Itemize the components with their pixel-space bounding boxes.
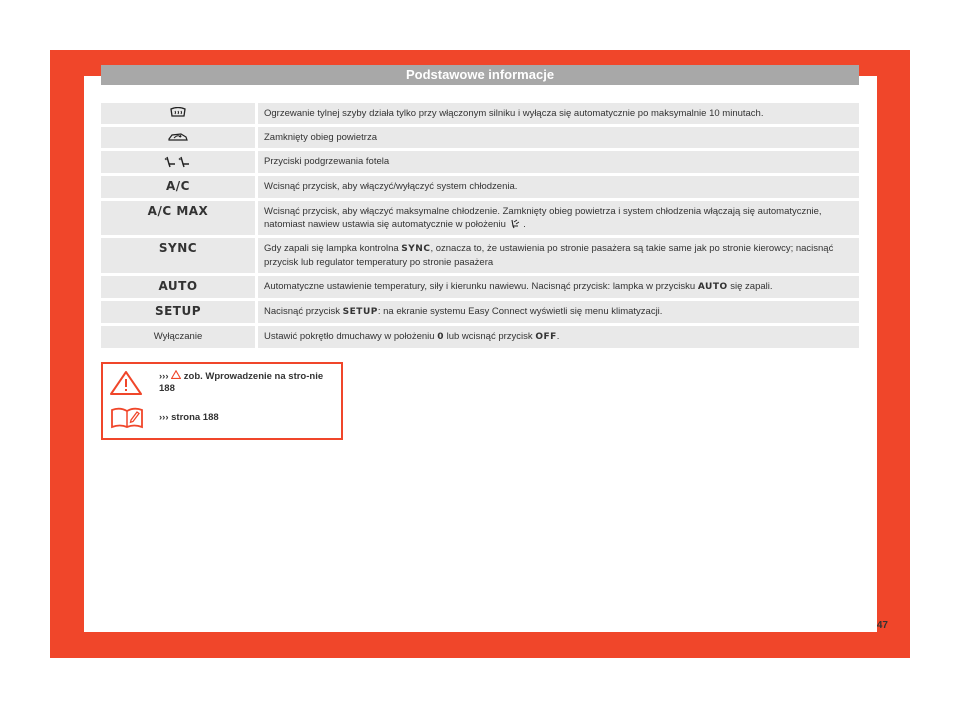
table-row: A/C MAX Wcisnąć przycisk, aby włączyć ma… bbox=[101, 201, 859, 235]
chevron-prefix: ››› bbox=[159, 371, 169, 382]
air-recirculation-icon bbox=[101, 127, 258, 148]
section-header: Podstawowe informacje bbox=[101, 65, 859, 85]
inline-button-label: SETUP bbox=[342, 307, 378, 317]
warning-reference: zob. Wprowadzenie na stro-nie 188 bbox=[159, 371, 324, 394]
controls-table: Ogrzewanie tylnej szyby działa tylko prz… bbox=[101, 100, 859, 351]
setup-label: SETUP bbox=[154, 304, 202, 318]
row-description: Ogrzewanie tylnej szyby działa tylko prz… bbox=[258, 103, 859, 124]
ac-label: A/C bbox=[166, 179, 190, 193]
ac-button-symbol: A/C bbox=[101, 176, 258, 198]
inline-button-label: SYNC bbox=[401, 244, 431, 254]
inline-button-label: 0 bbox=[437, 332, 444, 342]
table-row: SETUP Nacisnąć przycisk SETUP: na ekrani… bbox=[101, 301, 859, 323]
table-row: AUTO Automatyczne ustawienie temperatury… bbox=[101, 276, 859, 298]
auto-label: AUTO bbox=[158, 279, 198, 293]
book-icon bbox=[109, 406, 145, 435]
seat-heating-icon bbox=[101, 151, 258, 173]
book-note-text: ››› strona 188 bbox=[159, 412, 219, 423]
small-warning-icon bbox=[170, 369, 182, 379]
airflow-direction-icon bbox=[509, 219, 524, 230]
table-row: SYNC Gdy zapali się lampka kontrolna SYN… bbox=[101, 238, 859, 273]
row-description: Nacisnąć przycisk SETUP: na ekranie syst… bbox=[258, 301, 859, 323]
desc-text-end: się zapali. bbox=[730, 281, 773, 292]
sync-label: SYNC bbox=[158, 241, 198, 255]
table-row: A/C Wcisnąć przycisk, aby włączyć/wyłącz… bbox=[101, 176, 859, 198]
sync-button-symbol: SYNC bbox=[101, 238, 258, 273]
inline-button-label-off: OFF bbox=[535, 332, 557, 342]
desc-text-end: . bbox=[556, 331, 560, 342]
setup-button-symbol: SETUP bbox=[101, 301, 258, 323]
ac-max-label: A/C MAX bbox=[147, 204, 209, 218]
warning-note-text: ››› zob. Wprowadzenie na stro-nie 188 bbox=[159, 369, 334, 395]
desc-text-mid: lub wcisnąć przycisk bbox=[446, 331, 533, 342]
ac-max-button-symbol: A/C MAX bbox=[101, 201, 258, 235]
desc-text: Ustawić pokrętło dmuchawy w położeniu bbox=[264, 331, 435, 342]
off-label: Wyłączanie bbox=[153, 331, 203, 342]
table-row: Przyciski podgrzewania fotela bbox=[101, 151, 859, 173]
table-row: Ogrzewanie tylnej szyby działa tylko prz… bbox=[101, 103, 859, 124]
row-description: Przyciski podgrzewania fotela bbox=[258, 151, 859, 173]
warning-triangle-icon bbox=[109, 370, 143, 401]
table-row: Zamknięty obieg powietrza bbox=[101, 127, 859, 148]
desc-text: Wcisnąć przycisk, aby włączyć maksymalne… bbox=[264, 206, 822, 230]
desc-text: Automatyczne ustawienie temperatury, sił… bbox=[264, 281, 696, 292]
row-description: Wcisnąć przycisk, aby włączyć maksymalne… bbox=[258, 201, 859, 235]
row-description: Automatyczne ustawienie temperatury, sił… bbox=[258, 276, 859, 298]
desc-text-end: : na ekranie systemu Easy Connect wyświe… bbox=[377, 306, 663, 317]
rear-window-heating-icon bbox=[101, 103, 258, 124]
off-row-label: Wyłączanie bbox=[101, 326, 258, 348]
row-description: Ustawić pokrętło dmuchawy w położeniu 0 … bbox=[258, 326, 859, 348]
table-row: Wyłączanie Ustawić pokrętło dmuchawy w p… bbox=[101, 326, 859, 348]
row-description: Gdy zapali się lampka kontrolna SYNC, oz… bbox=[258, 238, 859, 273]
desc-text-end: . bbox=[523, 219, 526, 230]
notes-box: ››› zob. Wprowadzenie na stro-nie 188 ››… bbox=[101, 362, 343, 440]
auto-button-symbol: AUTO bbox=[101, 276, 258, 298]
row-description: Zamknięty obieg powietrza bbox=[258, 127, 859, 148]
row-description: Wcisnąć przycisk, aby włączyć/wyłączyć s… bbox=[258, 176, 859, 198]
desc-text: Nacisnąć przycisk bbox=[264, 306, 341, 317]
section-title: Podstawowe informacje bbox=[405, 67, 555, 82]
page-number: 47 bbox=[876, 620, 888, 631]
inline-button-label: AUTO bbox=[697, 282, 728, 292]
desc-text: Gdy zapali się lampka kontrolna bbox=[264, 243, 399, 254]
